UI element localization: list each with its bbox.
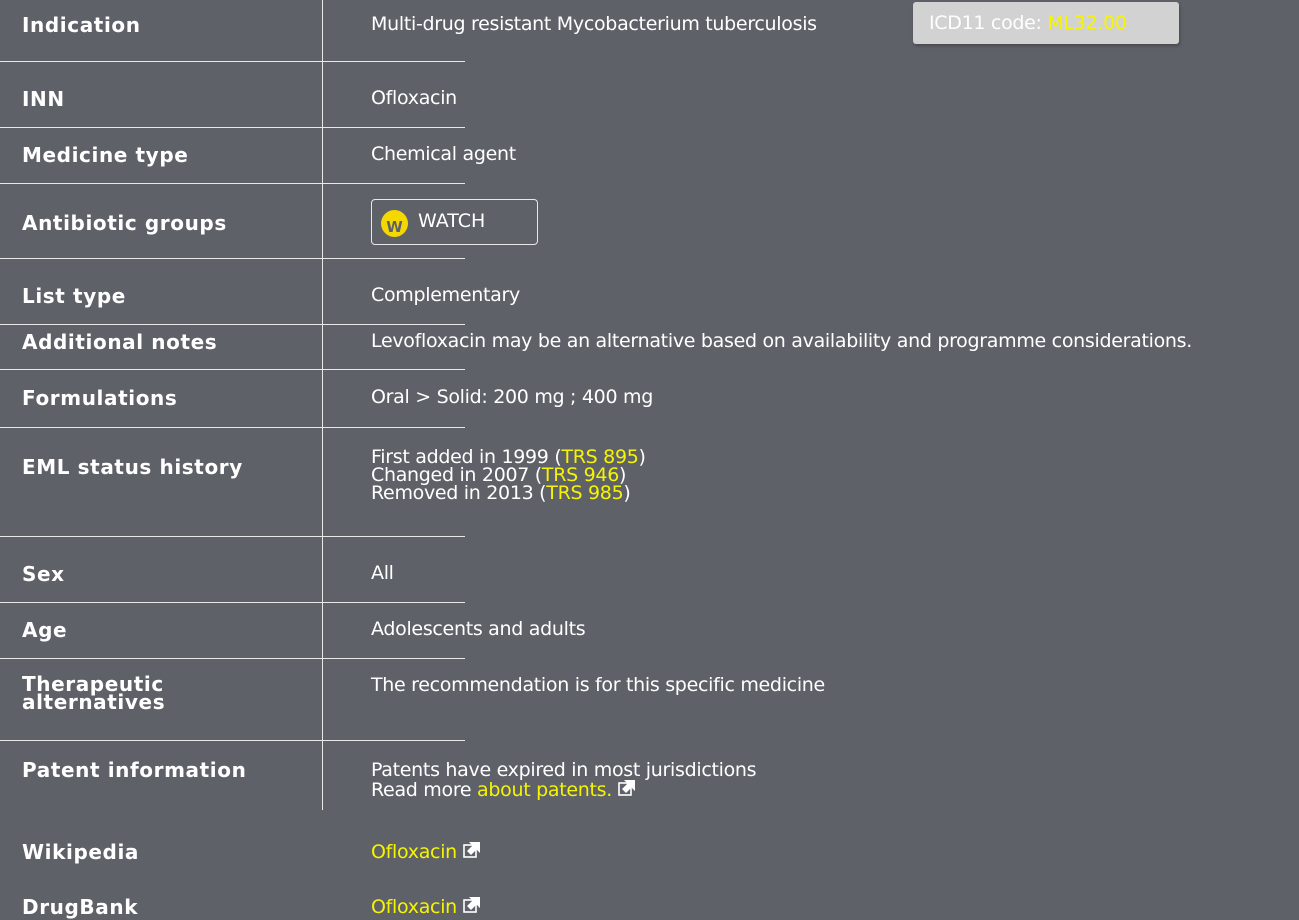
value-wikipedia: Ofloxacin xyxy=(371,842,480,863)
watch-group-icon: W xyxy=(381,210,408,237)
row-divider xyxy=(0,61,465,62)
label-list-type: List type xyxy=(22,284,126,308)
watch-group-badge[interactable]: W WATCH xyxy=(371,199,538,245)
row-divider xyxy=(0,740,465,741)
row-divider xyxy=(0,536,465,537)
row-divider xyxy=(0,127,465,128)
row-divider xyxy=(0,324,465,325)
trs-link[interactable]: TRS 985 xyxy=(546,482,623,504)
column-divider xyxy=(322,0,323,810)
label-indication: Indication xyxy=(22,13,141,37)
label-formulations: Formulations xyxy=(22,386,178,410)
label-drugbank: DrugBank xyxy=(22,895,139,919)
value-therapeutic-alternatives: The recommendation is for this specific … xyxy=(371,674,825,696)
row-divider xyxy=(0,427,465,428)
row-divider xyxy=(0,658,465,659)
eml-status-entry: Removed in 2013 (TRS 985) xyxy=(371,482,631,504)
row-divider xyxy=(0,369,465,370)
wikipedia-link[interactable]: Ofloxacin xyxy=(371,841,457,863)
value-age: Adolescents and adults xyxy=(371,618,586,640)
row-divider xyxy=(0,183,465,184)
value-patent-information: Patents have expired in most jurisdictio… xyxy=(371,759,757,801)
label-sex: Sex xyxy=(22,562,65,586)
external-link-icon[interactable] xyxy=(618,780,635,797)
label-patent-information: Patent information xyxy=(22,758,247,782)
label-inn: INN xyxy=(22,87,65,111)
drugbank-link[interactable]: Ofloxacin xyxy=(371,896,457,918)
row-divider xyxy=(0,602,465,603)
label-additional-notes: Additional notes xyxy=(22,330,218,354)
eml-status-history-list: First added in 1999 (TRS 895) Changed in… xyxy=(371,448,646,504)
label-therapeutic-alternatives: Therapeutic alternatives xyxy=(22,672,166,714)
icd11-code-link[interactable]: ML32.00 xyxy=(1047,12,1127,34)
value-sex: All xyxy=(371,562,394,584)
value-medicine-type: Chemical agent xyxy=(371,143,516,165)
value-formulations: Oral > Solid: 200 mg ; 400 mg xyxy=(371,386,653,408)
label-medicine-type: Medicine type xyxy=(22,143,189,167)
label-age: Age xyxy=(22,618,68,642)
value-list-type: Complementary xyxy=(371,284,520,306)
label-antibiotic-groups: Antibiotic groups xyxy=(22,211,227,235)
icd11-code-prefix: ICD11 code: xyxy=(929,12,1048,34)
value-additional-notes: Levofloxacin may be an alternative based… xyxy=(371,330,1192,352)
external-link-icon[interactable] xyxy=(463,897,480,914)
external-link-icon[interactable] xyxy=(463,842,480,859)
value-indication: Multi-drug resistant Mycobacterium tuber… xyxy=(371,13,817,35)
value-drugbank: Ofloxacin xyxy=(371,897,480,918)
value-inn: Ofloxacin xyxy=(371,87,457,109)
icd11-code-badge: ICD11 code: ML32.00 xyxy=(913,2,1179,44)
watch-group-label: WATCH xyxy=(418,210,486,232)
label-eml-status-history: EML status history xyxy=(22,455,243,479)
label-wikipedia: Wikipedia xyxy=(22,840,140,864)
row-divider xyxy=(0,258,465,259)
about-patents-link[interactable]: about patents. xyxy=(477,779,612,801)
